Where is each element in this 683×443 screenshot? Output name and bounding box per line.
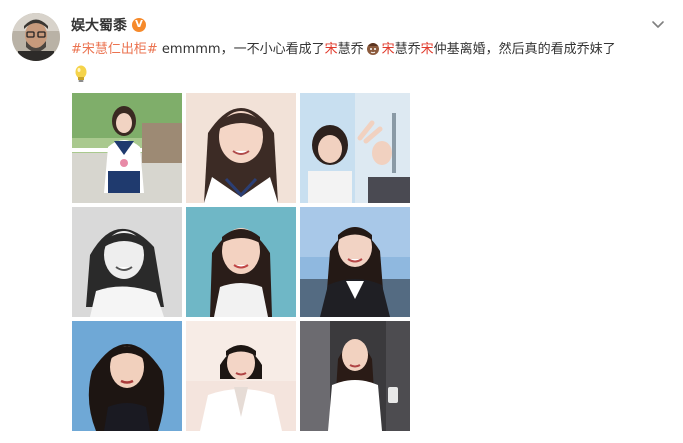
post-menu-chevron-button[interactable]: [650, 16, 666, 32]
post-text-part: emmmm，一不小心看成了: [157, 42, 325, 57]
hashtag-link[interactable]: #宋慧仁出柜#: [71, 42, 158, 57]
post-text-part: 慧乔: [337, 42, 364, 57]
lightbulb-emoji-icon: [75, 65, 87, 82]
photo-grid: [72, 93, 410, 431]
author-avatar[interactable]: [12, 13, 60, 61]
photo-image: [300, 321, 410, 431]
photo-image: [186, 207, 296, 317]
author-name[interactable]: 娱大蜀黍: [71, 15, 127, 35]
photo-image: [300, 207, 410, 317]
trailing-emoji: [71, 64, 91, 84]
photo-thumbnail[interactable]: [300, 321, 410, 431]
photo-image: [72, 207, 182, 317]
photo-thumbnail[interactable]: [72, 207, 182, 317]
chevron-down-icon: [652, 21, 664, 28]
keyword-highlight: 宋: [381, 42, 395, 57]
photo-image: [72, 93, 182, 203]
photo-thumbnail[interactable]: [300, 93, 410, 203]
photo-thumbnail[interactable]: [300, 207, 410, 317]
photo-image: [186, 93, 296, 203]
photo-thumbnail[interactable]: [186, 93, 296, 203]
post-text-part: 慧乔: [394, 42, 421, 57]
photo-image: [300, 93, 410, 203]
face-emoji-icon: [366, 43, 379, 55]
photo-image: [72, 321, 182, 431]
photo-thumbnail[interactable]: [72, 321, 182, 431]
keyword-highlight: 宋: [324, 42, 338, 57]
avatar-image: [12, 13, 60, 61]
post-text-part: 仲基离婚，然后真的看成乔妹了: [433, 42, 616, 57]
author-header: 娱大蜀黍 V: [71, 15, 146, 35]
photo-image: [186, 321, 296, 431]
photo-thumbnail[interactable]: [72, 93, 182, 203]
photo-thumbnail[interactable]: [186, 321, 296, 431]
verified-badge-icon: V: [132, 18, 146, 32]
post-text: #宋慧仁出柜# emmmm，一不小心看成了宋慧乔 宋慧乔宋仲基离婚，然后真的看成…: [71, 39, 666, 61]
keyword-highlight: 宋: [420, 42, 434, 57]
photo-thumbnail[interactable]: [186, 207, 296, 317]
